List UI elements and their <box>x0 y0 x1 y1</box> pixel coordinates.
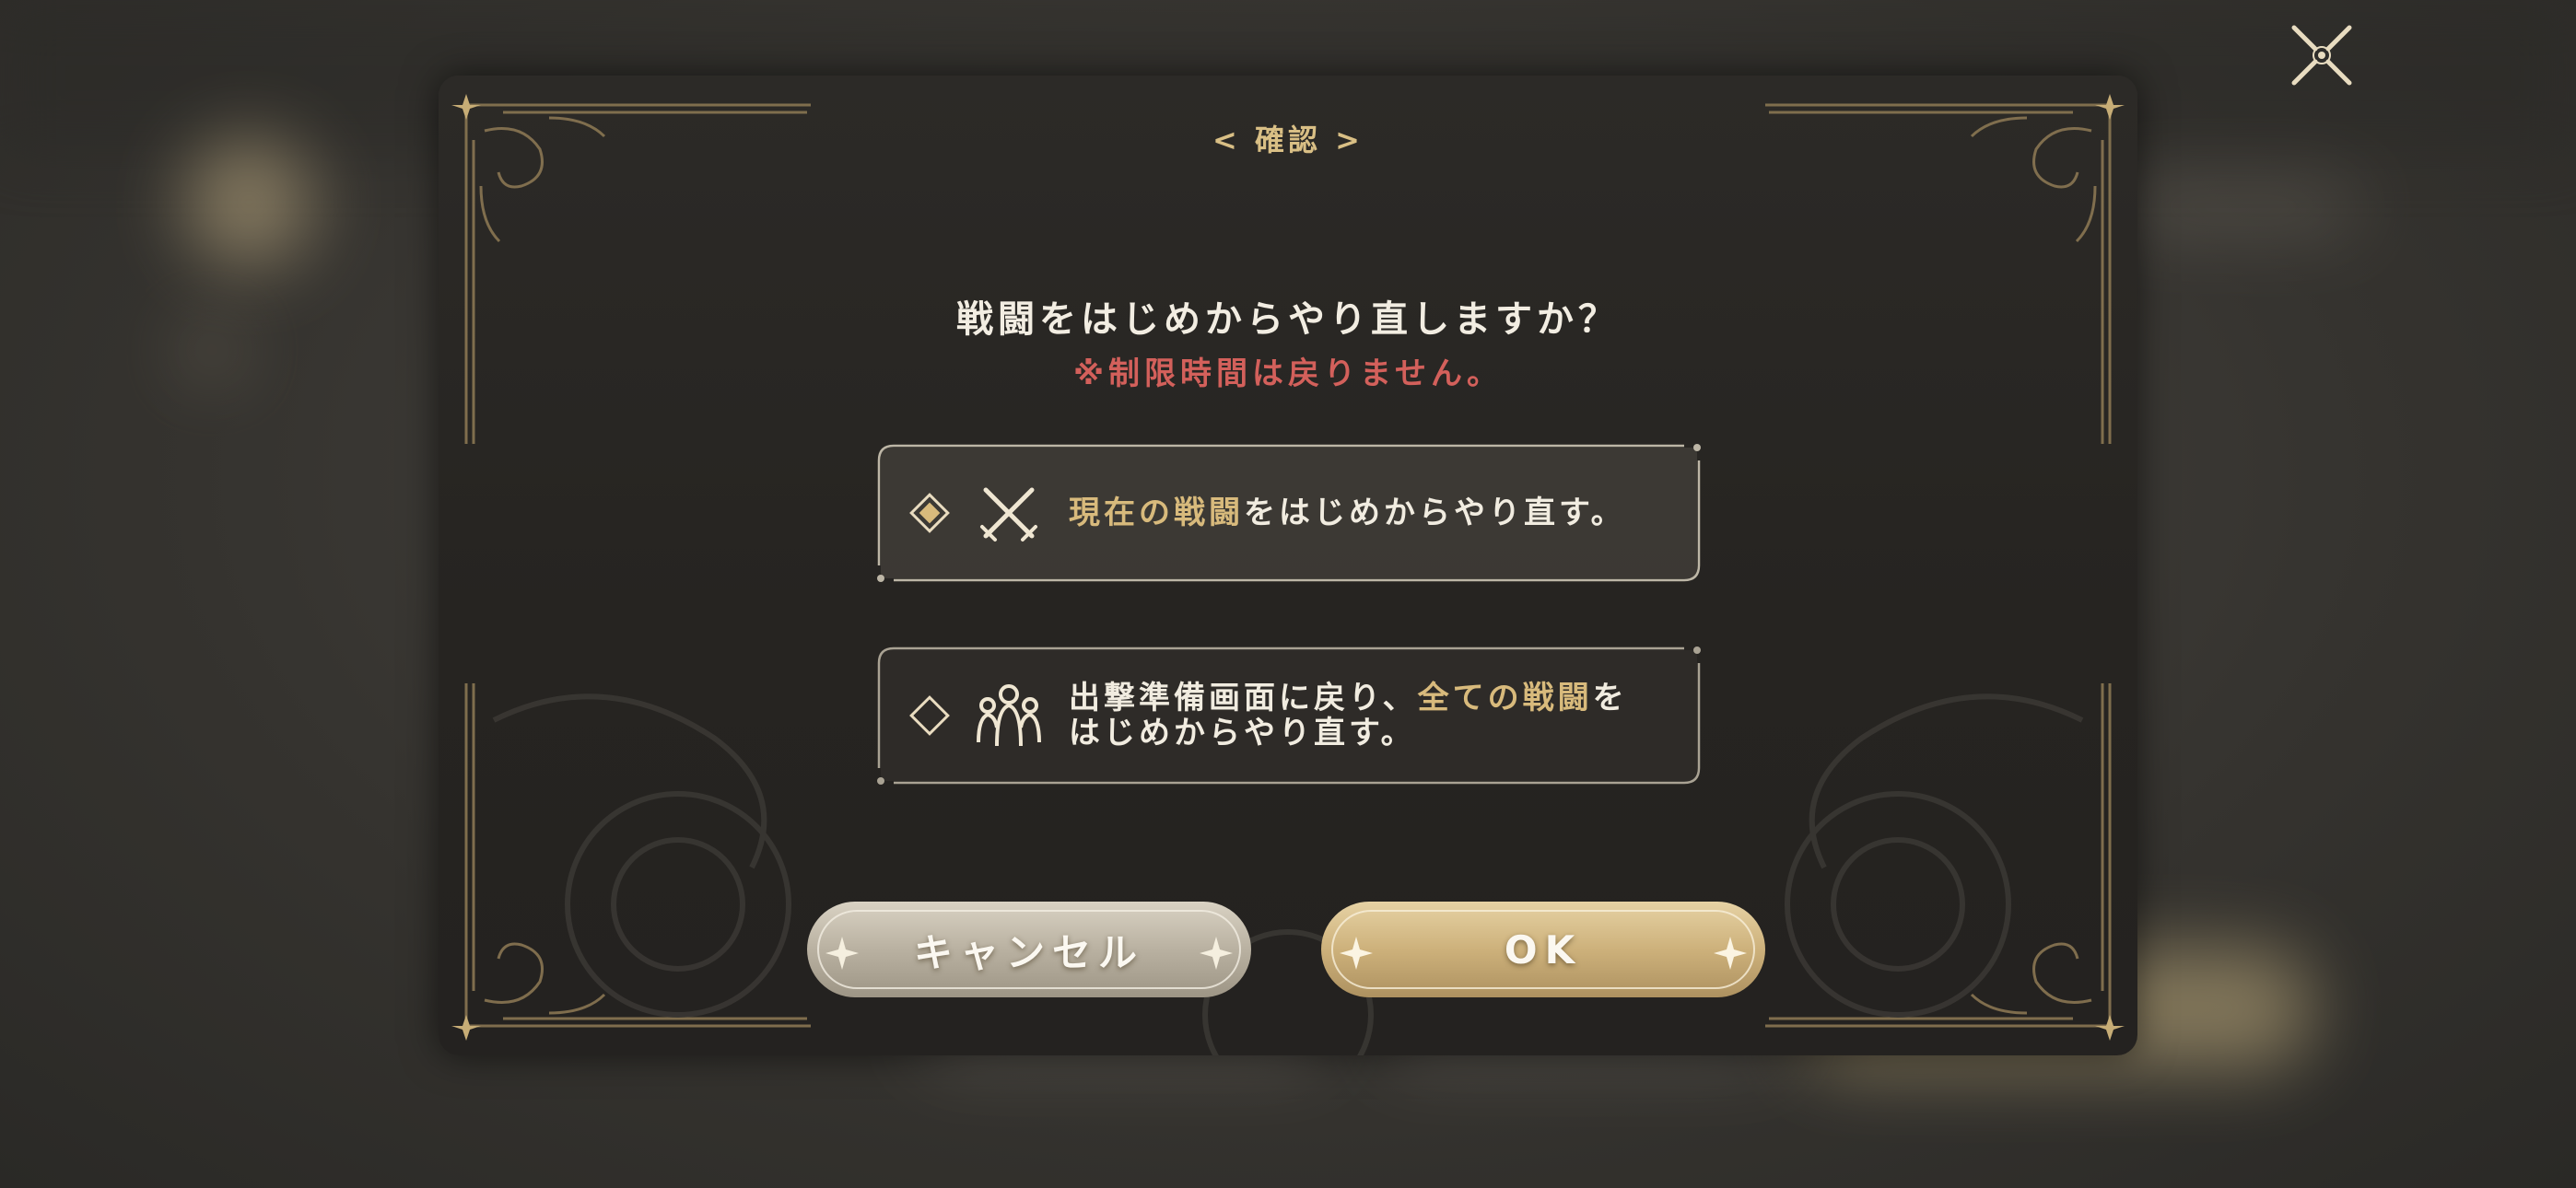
time-limit-note: ※制限時間は戻りません。 <box>1072 355 1504 392</box>
close-button[interactable] <box>2285 18 2359 92</box>
option-2-highlight: 全ての戦闘 <box>1417 680 1593 716</box>
cancel-button-label: キャンセル <box>913 929 1144 975</box>
confirm-dialog: < 確認 > 戦闘をはじめからやり直しますか？ ※制限時間は戻りません。 現在の… <box>439 76 2137 1055</box>
radio-selected-icon <box>909 493 950 533</box>
dialog-title: < 確認 > <box>1212 122 1364 157</box>
ok-button[interactable]: OK <box>1317 898 1769 1001</box>
crossed-swords-icon <box>980 487 1037 542</box>
option-2-line1-b: を <box>1592 680 1628 716</box>
ok-button-label: OK <box>1504 926 1583 973</box>
option-1-rest: をはじめからやり直す。 <box>1244 495 1626 531</box>
party-members-icon <box>977 684 1041 747</box>
option-1-text: 現在の戦闘をはじめからやり直す。 <box>1069 442 1677 584</box>
cancel-button[interactable]: キャンセル <box>803 898 1255 1001</box>
option-2-text: 出撃準備画面に戻り、全ての戦闘を はじめからやり直す。 <box>1069 645 1677 786</box>
option-2-line1-a: 出撃準備画面に戻り、 <box>1069 680 1418 716</box>
option-1-highlight: 現在の戦闘 <box>1069 495 1244 531</box>
option-2-line2: はじめからやり直す。 <box>1069 715 1416 751</box>
radio-unselected-icon <box>909 695 950 736</box>
confirm-question: 戦闘をはじめからやり直しますか？ <box>956 298 1620 341</box>
close-icon <box>2291 25 2352 86</box>
option-retry-current-battle[interactable]: 現在の戦闘をはじめからやり直す。 <box>875 442 1703 584</box>
option-return-to-prep[interactable]: 出撃準備画面に戻り、全ての戦闘を はじめからやり直す。 <box>875 645 1703 786</box>
